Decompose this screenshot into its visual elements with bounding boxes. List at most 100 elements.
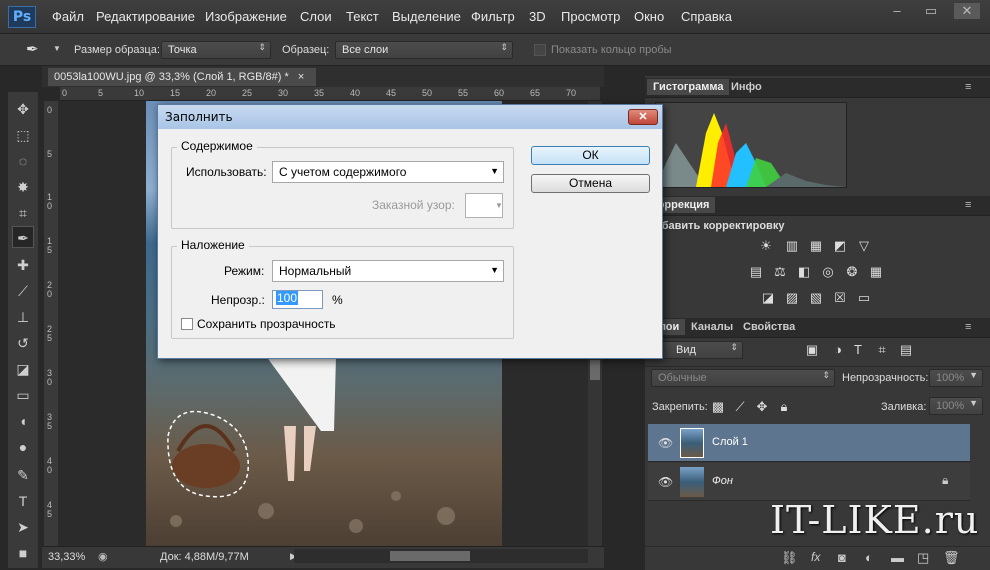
history-brush-icon[interactable]: ↺ [12, 332, 34, 354]
document-tab[interactable]: 0053la100WU.jpg @ 33,3% (Слой 1, RGB/8#)… [48, 68, 316, 86]
lasso-tool-icon[interactable]: ◌ [12, 150, 34, 172]
panel-menu-icon[interactable]: ≡ [965, 81, 971, 93]
menu-view[interactable]: Просмотр [561, 9, 620, 24]
cancel-button[interactable]: Отмена [531, 174, 650, 193]
ok-button[interactable]: ОК [531, 146, 650, 165]
filter-shape-icon[interactable]: ⌗ [873, 342, 891, 358]
filter-type-icon[interactable]: T [849, 342, 867, 358]
menu-help[interactable]: Справка [681, 9, 732, 24]
black-white-icon[interactable]: ◧ [795, 264, 813, 280]
selective-color-icon[interactable]: ☒ [831, 290, 849, 306]
trash-icon[interactable]: 🗑︎ [943, 550, 960, 566]
menu-edit[interactable]: Редактирование [96, 9, 195, 24]
dialog-close-button[interactable]: ✕ [628, 109, 658, 125]
close-window-button[interactable]: ✕ [954, 3, 980, 19]
adjustment-layer-icon[interactable]: ◐ [865, 550, 873, 565]
custom-pattern-picker[interactable]: ▼ [465, 193, 503, 218]
hue-saturation-icon[interactable]: ▤ [747, 264, 765, 280]
filter-pixel-icon[interactable]: ▣ [803, 342, 821, 358]
threshold-icon[interactable]: ▧ [807, 290, 825, 306]
menu-window[interactable]: Окно [634, 9, 664, 24]
opacity-input[interactable]: 100 [272, 290, 323, 309]
fill-input[interactable]: 100% ▼ [929, 397, 983, 415]
tab-properties[interactable]: Свойства [743, 321, 795, 333]
color-lookup-icon[interactable]: ▦ [867, 264, 885, 280]
blend-mode-select[interactable]: Обычные ⇕ [651, 369, 835, 387]
menu-file[interactable]: Файл [52, 9, 84, 24]
dodge-tool-icon[interactable]: ● [12, 436, 34, 458]
fx-icon[interactable]: fx [811, 550, 820, 564]
color-balance-icon[interactable]: ⚖ [771, 264, 789, 280]
crop-tool-icon[interactable]: ⌗ [12, 202, 34, 224]
eyedropper-icon[interactable]: ✒ [26, 40, 39, 58]
zoom-level[interactable]: 33,33% [48, 551, 85, 563]
pen-tool-icon[interactable]: ✎ [12, 464, 34, 486]
menu-select[interactable]: Выделение [392, 9, 461, 24]
menu-image[interactable]: Изображение [205, 9, 287, 24]
lock-brush-icon[interactable]: ⟋ [731, 399, 749, 415]
channel-mixer-icon[interactable]: ❂ [843, 264, 861, 280]
panel-menu-icon[interactable]: ≡ [965, 199, 971, 211]
mask-icon[interactable]: ◙ [838, 550, 846, 565]
layer-name[interactable]: Фон [712, 475, 733, 487]
vibrance-icon[interactable]: ▽ [855, 238, 873, 254]
tab-channels[interactable]: Каналы [691, 321, 733, 333]
layer-kind-filter[interactable]: Вид ⇕ [655, 341, 743, 359]
horizontal-scroll-thumb[interactable] [390, 551, 470, 561]
healing-tool-icon[interactable]: ✚ [12, 254, 34, 276]
levels-icon[interactable]: ▥ [783, 238, 801, 254]
path-select-tool-icon[interactable]: ➤ [12, 516, 34, 538]
gradient-tool-icon[interactable]: ▭ [12, 384, 34, 406]
type-tool-icon[interactable]: T [12, 490, 34, 512]
panel-menu-icon[interactable]: ≡ [965, 321, 971, 333]
layer-row-layer1[interactable]: 👁︎ Слой 1 [648, 424, 970, 462]
photo-filter-icon[interactable]: ◎ [819, 264, 837, 280]
close-icon[interactable]: × [298, 71, 304, 83]
shape-tool-icon[interactable]: ■ [12, 542, 34, 564]
opacity-input[interactable]: 100% ▼ [929, 369, 983, 387]
eye-icon[interactable]: 👁︎ [658, 436, 673, 450]
show-ring-checkbox[interactable] [534, 44, 546, 56]
vertical-scroll-thumb[interactable] [590, 360, 600, 380]
eyedropper-tool-icon[interactable]: ✒ [12, 226, 34, 248]
brush-tool-icon[interactable]: ⟋ [12, 280, 34, 302]
curves-icon[interactable]: ▦ [807, 238, 825, 254]
filter-smart-icon[interactable]: ▤ [897, 342, 915, 358]
menu-filter[interactable]: Фильтр [471, 9, 515, 24]
new-layer-icon[interactable]: ◳ [917, 550, 929, 566]
maximize-button[interactable]: ▭ [918, 3, 944, 19]
status-menu-icon[interactable]: ◉ [98, 550, 108, 563]
sample-select[interactable]: Все слои ⇕ [335, 41, 513, 59]
blur-tool-icon[interactable]: ◖ [12, 410, 34, 432]
move-tool-icon[interactable]: ✥ [12, 98, 34, 120]
sample-size-select[interactable]: Точка ⇕ [161, 41, 271, 59]
exposure-icon[interactable]: ◩ [831, 238, 849, 254]
layer-row-background[interactable]: 👁︎ Фон 🔒︎ [648, 463, 970, 501]
minimize-button[interactable]: – [884, 3, 910, 19]
eraser-tool-icon[interactable]: ◪ [12, 358, 34, 380]
invert-icon[interactable]: ◪ [759, 290, 777, 306]
lock-transparency-icon[interactable]: ▩ [709, 399, 727, 415]
brightness-icon[interactable]: ☀ [757, 238, 775, 254]
lock-position-icon[interactable]: ✥ [753, 399, 771, 415]
link-icon[interactable]: ⛓︎ [781, 550, 798, 566]
filter-adjust-icon[interactable]: ◑ [829, 342, 847, 358]
folder-icon[interactable]: ▬ [891, 550, 904, 565]
chevron-down-icon[interactable]: ▼ [53, 44, 61, 53]
gradient-map-icon[interactable]: ▭ [855, 290, 873, 306]
magic-wand-tool-icon[interactable]: ✸ [12, 176, 34, 198]
lock-all-icon[interactable]: 🔒︎ [775, 399, 793, 415]
posterize-icon[interactable]: ▨ [783, 290, 801, 306]
menu-3d[interactable]: 3D [529, 9, 546, 24]
preserve-transparency-checkbox[interactable] [181, 318, 193, 330]
use-select[interactable]: С учетом содержимого ▼ [272, 161, 504, 183]
menu-layers[interactable]: Слои [300, 9, 332, 24]
layer-name[interactable]: Слой 1 [712, 436, 748, 448]
stamp-tool-icon[interactable]: ⊥ [12, 306, 34, 328]
marquee-tool-icon[interactable]: ⬚ [12, 124, 34, 146]
menu-type[interactable]: Текст [346, 9, 379, 24]
eye-icon[interactable]: 👁︎ [658, 475, 673, 489]
tab-histogram[interactable]: Гистограмма [647, 79, 730, 95]
mode-select[interactable]: Нормальный ▼ [272, 260, 504, 282]
tab-info[interactable]: Инфо [731, 81, 762, 93]
